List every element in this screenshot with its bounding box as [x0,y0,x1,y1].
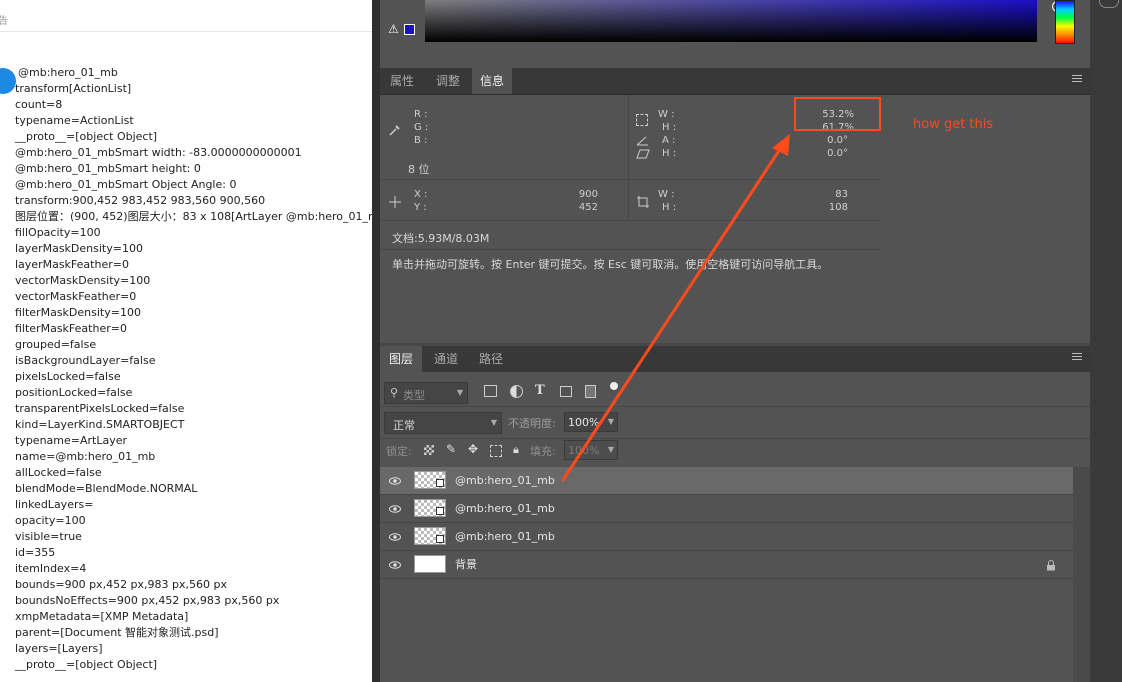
annotation-arrow [561,134,790,482]
